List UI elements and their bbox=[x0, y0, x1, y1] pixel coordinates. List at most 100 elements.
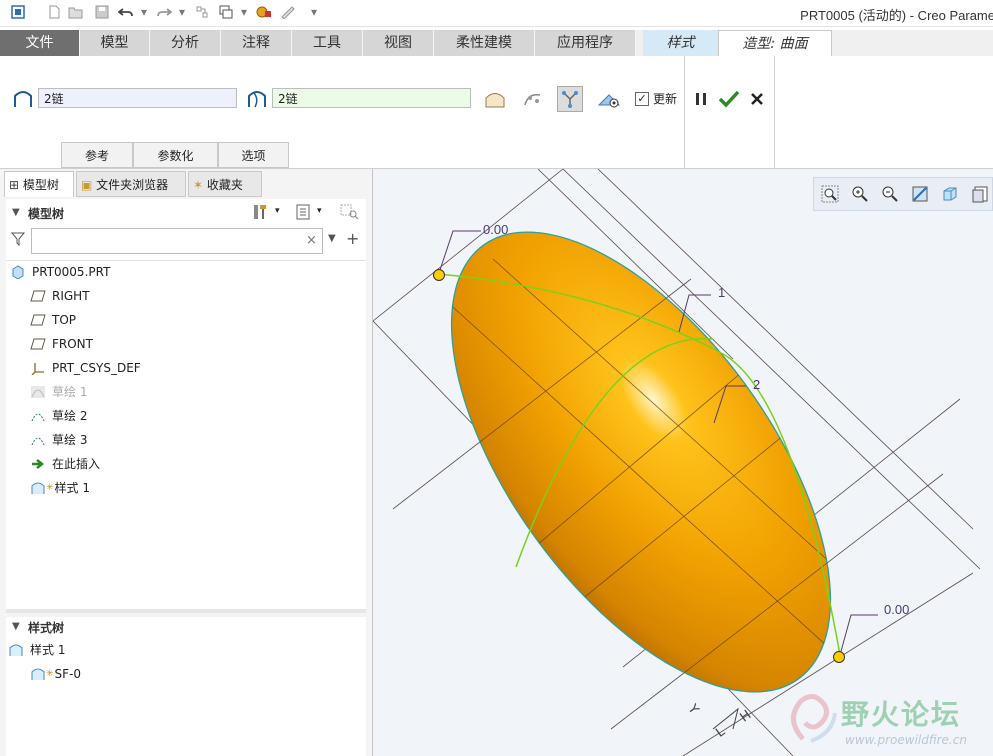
tree-item-part[interactable]: PRT0005.PRT bbox=[10, 262, 110, 282]
tree-item-sketch-1[interactable]: 草绘 1 bbox=[30, 382, 87, 402]
datum-plane-icon bbox=[30, 336, 46, 352]
cross-chain-field[interactable]: 2链 bbox=[272, 88, 471, 108]
subtab-options[interactable]: 选项 bbox=[218, 142, 289, 168]
ribbon-tab-bar: 文件 模型 分析 注释 工具 视图 柔性建模 应用程序 样式 造型: 曲面 bbox=[0, 30, 993, 57]
tab-model-tree-label: 模型树 bbox=[22, 178, 59, 192]
tree-item-label: PRT0005.PRT bbox=[32, 265, 111, 279]
pause-icon[interactable] bbox=[688, 86, 714, 112]
tree-item-front[interactable]: FRONT bbox=[30, 334, 93, 354]
internal-curve-icon[interactable] bbox=[520, 86, 546, 112]
open-icon[interactable] bbox=[68, 4, 84, 20]
collapse-icon[interactable]: ▼ bbox=[12, 621, 20, 632]
tree-item-style-1[interactable]: ✳ 样式 1 bbox=[30, 478, 90, 498]
search-tree-icon[interactable] bbox=[340, 204, 360, 223]
undo-icon[interactable] bbox=[118, 4, 134, 20]
part-icon bbox=[10, 264, 26, 280]
zoom-out-icon[interactable] bbox=[879, 183, 901, 205]
forum-watermark: 野火论坛 www.proewildfire.cn bbox=[783, 689, 989, 753]
tab-folder-browser[interactable]: ▣ 文件夹浏览器 bbox=[76, 171, 186, 197]
tab-model-tree[interactable]: ⊞ 模型树 bbox=[4, 171, 74, 197]
tab-analysis[interactable]: 分析 bbox=[150, 30, 221, 56]
show-icon[interactable] bbox=[295, 204, 311, 223]
collapse-icon[interactable]: ▼ bbox=[12, 207, 20, 218]
repaint-icon[interactable] bbox=[909, 183, 931, 205]
freeform-surface[interactable] bbox=[378, 169, 903, 755]
clear-icon[interactable]: × bbox=[306, 233, 317, 248]
subtab-parameterization[interactable]: 参数化 bbox=[133, 142, 218, 168]
window-title: PRT0005 (活动的) - Creo Parame bbox=[800, 8, 993, 23]
tree-item-sketch-2[interactable]: 草绘 2 bbox=[30, 406, 87, 426]
chevron-down-icon[interactable]: ▾ bbox=[275, 206, 280, 216]
tree-item-label: 样式 1 bbox=[30, 643, 66, 657]
redo-icon[interactable] bbox=[156, 4, 172, 20]
tab-view[interactable]: 视图 bbox=[363, 30, 434, 56]
subtab-references[interactable]: 参考 bbox=[61, 142, 133, 168]
folder-icon: ▣ bbox=[81, 178, 93, 192]
tree-settings-icon[interactable] bbox=[252, 203, 268, 224]
tab-favorites[interactable]: ✶ 收藏夹 bbox=[188, 171, 262, 197]
connection-icon[interactable] bbox=[557, 86, 583, 112]
view-manager-icon[interactable] bbox=[969, 183, 991, 205]
tree-item-label: 样式 1 bbox=[54, 481, 90, 495]
chevron-down-icon[interactable]: ▾ bbox=[136, 4, 152, 20]
endpoint-marker[interactable] bbox=[433, 269, 445, 281]
style-tree-item-sf-0[interactable]: ✳ SF-0 bbox=[30, 664, 81, 684]
model-graphics bbox=[373, 169, 981, 756]
datum-plane-icon bbox=[30, 288, 46, 304]
tab-model[interactable]: 模型 bbox=[80, 30, 150, 56]
sketch-icon bbox=[30, 408, 46, 424]
update-label: 更新 bbox=[653, 92, 678, 106]
close-window-icon[interactable] bbox=[280, 4, 296, 20]
style-tree-area bbox=[6, 617, 366, 756]
tree-item-sketch-3[interactable]: 草绘 3 bbox=[30, 430, 87, 450]
divider bbox=[774, 56, 775, 168]
curve-label-2: 2 bbox=[753, 377, 761, 392]
tab-file[interactable]: 文件 bbox=[0, 30, 80, 56]
tree-item-insert-here[interactable]: 在此插入 bbox=[30, 454, 100, 474]
add-icon[interactable]: + bbox=[346, 229, 359, 248]
tree-item-csys[interactable]: PRT_CSYS_DEF bbox=[30, 358, 141, 378]
display-style-icon[interactable] bbox=[939, 183, 961, 205]
chevron-down-icon[interactable]: ▾ bbox=[317, 206, 322, 216]
graphics-viewport[interactable]: 0.00 1 2 0.00 Y L H 野火论坛 www.proewildfir… bbox=[373, 169, 993, 756]
sketch-icon bbox=[30, 384, 46, 400]
tree-item-label: 在此插入 bbox=[52, 457, 101, 471]
chevron-down-icon[interactable]: ▾ bbox=[174, 4, 190, 20]
surface-shape-icon[interactable] bbox=[482, 86, 508, 112]
new-icon[interactable] bbox=[46, 4, 62, 20]
refit-icon[interactable] bbox=[819, 183, 841, 205]
windows-icon[interactable] bbox=[218, 4, 234, 20]
tree-item-top[interactable]: TOP bbox=[30, 310, 76, 330]
tab-tools[interactable]: 工具 bbox=[292, 30, 363, 56]
model-display-icon[interactable] bbox=[256, 4, 272, 20]
filter-icon bbox=[10, 231, 26, 250]
ok-icon[interactable] bbox=[716, 86, 742, 112]
dimension-top[interactable]: 0.00 bbox=[483, 222, 508, 237]
chevron-down-icon[interactable]: ▾ bbox=[236, 4, 252, 20]
tab-applications[interactable]: 应用程序 bbox=[535, 30, 636, 56]
tab-annotate[interactable]: 注释 bbox=[221, 30, 292, 56]
tree-filter-input[interactable] bbox=[31, 228, 323, 254]
style-tree-item-style-1[interactable]: 样式 1 bbox=[8, 640, 65, 660]
zoom-in-icon[interactable] bbox=[849, 183, 871, 205]
tree-item-right[interactable]: RIGHT bbox=[30, 286, 90, 306]
tab-surface[interactable]: 造型: 曲面 bbox=[718, 30, 832, 57]
save-icon[interactable] bbox=[94, 4, 110, 20]
cross-chain-icon bbox=[244, 86, 270, 112]
chevron-down-icon[interactable]: ▼ bbox=[328, 233, 336, 244]
primary-chain-field[interactable]: 2链 bbox=[38, 88, 237, 108]
tab-style[interactable]: 样式 bbox=[643, 30, 719, 56]
endpoint-marker[interactable] bbox=[833, 651, 845, 663]
navigator-panel: ⊞ 模型树 ▣ 文件夹浏览器 ✶ 收藏夹 ▼ 模型树 ▾ ▾ × ▼ + PRT… bbox=[0, 169, 373, 756]
update-checkbox[interactable]: ✓ bbox=[635, 92, 649, 106]
regenerate-icon[interactable] bbox=[194, 4, 210, 20]
window-icon[interactable] bbox=[10, 4, 26, 20]
preview-icon[interactable] bbox=[596, 86, 622, 112]
dimension-bottom[interactable]: 0.00 bbox=[884, 602, 909, 617]
cancel-icon[interactable] bbox=[744, 86, 770, 112]
tree-item-label: FRONT bbox=[52, 337, 93, 351]
customize-icon[interactable]: ▾ bbox=[306, 4, 322, 20]
tab-folder-browser-label: 文件夹浏览器 bbox=[96, 178, 169, 192]
splitter[interactable] bbox=[6, 609, 366, 613]
tab-flexible-modeling[interactable]: 柔性建模 bbox=[434, 30, 535, 56]
